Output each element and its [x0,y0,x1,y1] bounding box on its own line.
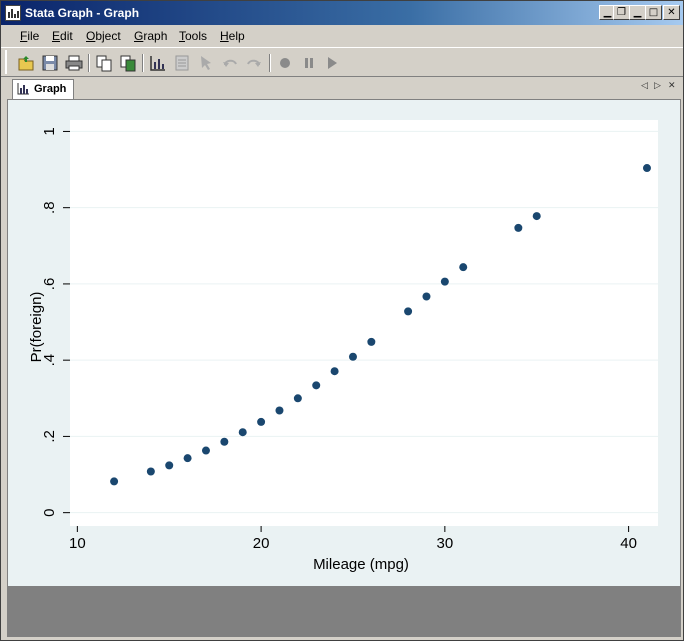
data-point [275,406,284,415]
save-icon[interactable] [40,53,60,73]
data-point [238,428,247,437]
x-tick-label: 30 [437,535,454,552]
window-title: Stata Graph - Graph [25,6,140,20]
tab-graph[interactable]: Graph [12,79,74,99]
data-point [330,367,339,376]
stata-graph-window: Stata Graph - Graph ▁ ❐ ▁ □ ✕ File Edit … [0,0,684,641]
tab-bar: Graph ◁ ▷ ✕ [1,77,683,99]
undo-icon[interactable] [220,53,240,73]
play-icon[interactable] [322,53,342,73]
maximize-button[interactable]: □ [645,5,662,20]
data-point [348,352,357,361]
data-point [422,292,431,301]
data-point [293,394,302,403]
y-tick-label: 1 [41,127,58,135]
plot-region [70,120,658,526]
toolbar-separator [142,54,144,72]
y-tick-label: .2 [41,430,58,443]
close-button[interactable]: ✕ [663,5,680,20]
menu-help[interactable]: Help [220,29,245,43]
stata-graph-app-icon [5,5,21,21]
menu-bar: File Edit Object Graph Tools Help [1,25,683,46]
data-point [146,467,155,476]
y-tick-label: .8 [41,201,58,214]
data-point [367,337,376,346]
pause-icon[interactable] [299,53,319,73]
graph-frame: 0.2.4.6.8 1 10 20 30 40 Mileage (mpg) Pr(foreig… [7,99,681,637]
open-graph-icon[interactable] [16,53,36,73]
toolbar [1,47,683,77]
graph-editor-icon[interactable] [148,53,168,73]
data-point [165,461,174,470]
tab-graph-label: Graph [34,83,67,95]
record-icon[interactable] [275,53,295,73]
close-tab-icon[interactable]: ✕ [668,81,676,91]
scroll-tabs-right-icon[interactable]: ▷ [654,81,661,91]
data-point [110,477,119,486]
toolbar-strip [5,50,345,74]
data-point [183,454,192,463]
pointer-icon[interactable] [196,53,216,73]
object-browser-icon[interactable] [172,53,192,73]
bar-chart-icon [17,83,29,95]
data-point [220,437,229,446]
toolbar-separator [88,54,90,72]
data-point [257,417,266,426]
data-point [532,212,541,221]
y-tick-label: .6 [41,278,58,291]
data-point [642,164,651,173]
y-axis-label: Pr(foreign) [28,292,45,363]
x-axis-label: Mileage (mpg) [313,556,409,573]
data-point [514,223,523,232]
menu-edit[interactable]: Edit [52,29,73,43]
title-bar[interactable]: Stata Graph - Graph ▁ ❐ ▁ □ ✕ [1,1,683,25]
menu-tools[interactable]: Tools [179,29,207,43]
toolbar-separator [269,54,271,72]
scroll-tabs-left-icon[interactable]: ◁ [641,81,648,91]
graph-area: 0.2.4.6.8 1 10 20 30 40 Mileage (mpg) Pr(foreig… [8,100,680,586]
scatter-chart: 0.2.4.6.8110 20 30 40Mileage (mpg)Pr(foreig… [28,120,658,573]
data-point [201,446,210,455]
menu-object[interactable]: Object [86,29,121,43]
redo-icon[interactable] [244,53,264,73]
data-point [440,277,449,286]
copy-graph-icon[interactable] [118,53,138,73]
minimize-button[interactable]: ▁ [629,5,646,20]
x-tick-label: 20 [253,535,270,552]
y-tick-label: 0 [41,508,58,516]
menu-graph[interactable]: Graph [134,29,167,43]
data-point [312,381,321,390]
x-tick-label: 10 [69,535,86,552]
data-point [459,263,468,272]
menu-file[interactable]: File [20,29,39,43]
print-icon[interactable] [64,53,84,73]
restore-icon[interactable]: ❐ [613,5,630,20]
copy-icon[interactable] [94,53,114,73]
data-point [404,307,413,316]
x-tick-label: 40 [620,535,637,552]
